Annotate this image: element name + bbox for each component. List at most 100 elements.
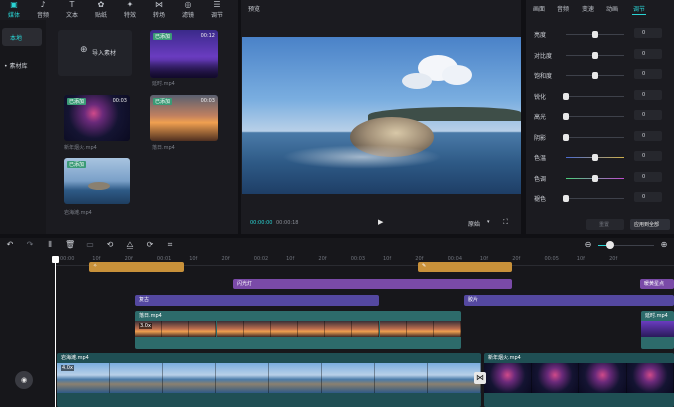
adjust-slider-knob[interactable]	[563, 92, 569, 100]
redo-icon[interactable]: ↷	[25, 240, 35, 250]
media-item-name: 延时.mp4	[152, 81, 175, 87]
transition-icon[interactable]: ⋈	[474, 372, 486, 384]
adjust-row: 阴影 0	[534, 130, 670, 143]
video-frame	[375, 363, 428, 393]
cover-button[interactable]: ◉	[15, 371, 33, 389]
import-media-button[interactable]: ⊕ 导入素材	[58, 30, 132, 76]
filter-icon: ◎	[184, 0, 192, 9]
adjust-value-input[interactable]: 0	[634, 192, 662, 202]
adjust-label: 锐化	[534, 93, 547, 101]
adjust-slider-knob[interactable]	[592, 174, 598, 182]
toolbar-text-tab[interactable]: T 文本	[58, 0, 86, 19]
delete-icon[interactable]: 🗑	[65, 240, 75, 250]
video-frame	[322, 363, 375, 393]
zoom-out-icon[interactable]: ⊖	[583, 240, 593, 250]
sticker-icon: ✿	[97, 0, 105, 9]
toolbar-sticker-tab[interactable]: ✿ 贴纸	[87, 0, 115, 19]
adjust-slider-knob[interactable]	[592, 51, 598, 59]
toolbar-label: 音频	[36, 12, 49, 19]
adjust-value-input[interactable]: 0	[634, 171, 662, 182]
reset-button[interactable]: 重置	[586, 219, 624, 230]
sticker-clip[interactable]: ✧	[89, 262, 184, 272]
adjust-value-input[interactable]: 0	[634, 130, 662, 141]
preview-video[interactable]	[242, 37, 521, 194]
adjust-value-input[interactable]: 0	[634, 110, 662, 120]
main-video-clip[interactable]: 岩海滩.mp4 4.0x	[57, 353, 481, 407]
adjust-slider-knob[interactable]	[563, 133, 569, 141]
playhead-handle[interactable]	[52, 256, 59, 263]
media-item[interactable]: 已添加	[64, 158, 130, 204]
preview-title: 预览	[248, 6, 261, 13]
apply-all-button[interactable]: 应用到全部	[630, 219, 670, 230]
sticker-clip[interactable]: ✎	[418, 262, 512, 272]
filter-clip[interactable]: 胶片	[464, 295, 674, 306]
media-item[interactable]: 已添加 00:12	[150, 30, 218, 78]
crop-icon[interactable]: ⌗	[165, 240, 175, 250]
adjust-slider[interactable]	[566, 174, 624, 182]
media-item[interactable]: 已添加 00:03	[150, 95, 218, 141]
toolbar-label: 媒体	[7, 12, 20, 19]
tab-0[interactable]: 画面	[533, 4, 545, 13]
split-icon[interactable]: ⫴	[45, 240, 55, 250]
zoom-in-icon[interactable]: ⊕	[659, 240, 669, 250]
toolbar-adjust-tab[interactable]: ☰ 调节	[203, 0, 231, 19]
adjust-slider-knob[interactable]	[592, 72, 598, 79]
sidebar-item-local[interactable]: 本地	[2, 28, 42, 46]
toolbar-label: 转场	[152, 12, 165, 19]
tab-4[interactable]: 调节	[633, 4, 645, 13]
tab-3[interactable]: 动画	[606, 4, 618, 13]
mirror-icon[interactable]: ⧋	[125, 240, 135, 250]
adjust-slider-knob[interactable]	[563, 113, 569, 120]
video-clip[interactable]: 延时.mp4	[641, 311, 674, 349]
adjust-slider[interactable]	[563, 92, 624, 100]
adjust-slider[interactable]	[563, 195, 624, 202]
adjust-slider[interactable]	[563, 133, 624, 141]
zoom-slider-knob[interactable]	[606, 241, 614, 249]
filter-clip[interactable]: 暖黄星点	[640, 279, 674, 289]
effect-clip[interactable]: 闪光灯	[233, 279, 512, 289]
filter-clip[interactable]: 复古	[135, 295, 379, 306]
adjust-value-input[interactable]: 0	[634, 28, 662, 38]
adjust-slider-knob[interactable]	[592, 31, 598, 38]
adjust-slider[interactable]	[566, 72, 624, 79]
adjust-slider-knob[interactable]	[563, 195, 569, 202]
transition-icon: ⋈	[155, 0, 163, 9]
adjust-value-input[interactable]: 0	[634, 69, 662, 79]
adjust-value-input[interactable]: 0	[634, 151, 662, 161]
adjust-slider[interactable]	[566, 154, 624, 161]
undo-icon[interactable]: ↶	[5, 240, 15, 250]
filter-clip-label: 胶片	[468, 297, 479, 303]
adjust-slider[interactable]	[563, 113, 624, 120]
playhead[interactable]	[55, 256, 56, 407]
ratio-select[interactable]: 原始	[468, 219, 480, 228]
media-item[interactable]: 已添加 00:03	[64, 95, 130, 141]
rotate-icon[interactable]: ⟳	[145, 240, 155, 250]
video-frame	[162, 321, 190, 337]
adjust-label: 色调	[534, 175, 547, 183]
media-item-name: 落日.mp4	[152, 145, 175, 151]
toolbar-transition-tab[interactable]: ⋈ 转场	[145, 0, 173, 19]
adjust-value-input[interactable]: 0	[634, 89, 662, 100]
adjust-slider-knob[interactable]	[592, 154, 598, 161]
play-icon[interactable]: ▶	[378, 218, 383, 226]
tab-1[interactable]: 音频	[557, 4, 569, 13]
main-video-clip[interactable]: 新年烟火.mp4	[484, 353, 674, 407]
video-clip[interactable]: 落日.mp4 3.0x	[135, 311, 461, 349]
ruler-label: 00:02	[253, 256, 269, 262]
chevron-down-icon: ▾	[487, 219, 490, 225]
adjust-label: 褪色	[534, 196, 547, 203]
freeze-icon[interactable]: ▭	[85, 240, 95, 250]
tab-2[interactable]: 变速	[582, 4, 594, 13]
effect-clip-label: 闪光灯	[237, 281, 253, 287]
toolbar-effects-tab[interactable]: ✦ 特效	[116, 0, 144, 19]
sidebar-item-library[interactable]: • 素材库	[2, 58, 42, 72]
reverse-icon[interactable]: ⟲	[105, 240, 115, 250]
toolbar-audio-tab[interactable]: ♪ 音频	[29, 0, 57, 19]
adjust-slider[interactable]	[566, 31, 624, 38]
adjust-value-input[interactable]: 0	[634, 48, 662, 59]
toolbar-filter-tab[interactable]: ◎ 滤镜	[174, 0, 202, 19]
fullscreen-icon[interactable]: ⛶	[503, 218, 508, 227]
toolbar-media-tab[interactable]: ▣ 媒体	[0, 0, 28, 19]
adjust-row: 亮度 0	[534, 28, 670, 40]
adjust-slider[interactable]	[566, 51, 624, 59]
